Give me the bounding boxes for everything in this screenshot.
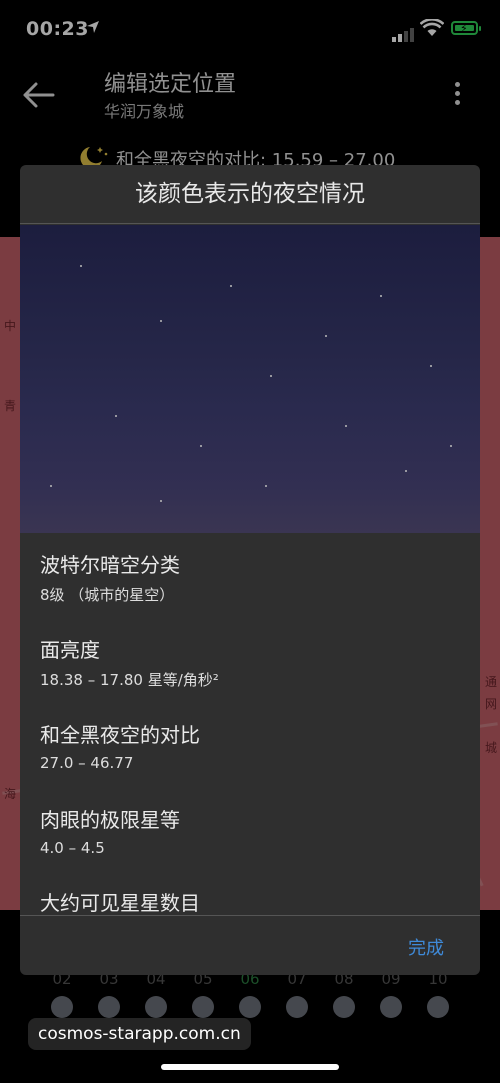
item-heading: 面亮度 xyxy=(40,638,100,662)
dialog-footer: 完成 xyxy=(20,915,480,975)
watermark: cosmos-starapp.com.cn xyxy=(28,1018,251,1050)
item-heading: 和全黑夜空的对比 xyxy=(40,723,200,747)
done-button[interactable]: 完成 xyxy=(408,934,444,960)
item-value: 27.0 – 46.77 xyxy=(40,754,134,772)
item-heading: 肉眼的极限星等 xyxy=(40,808,180,832)
item-value: 8级 （城市的星空） xyxy=(40,586,175,604)
home-indicator[interactable] xyxy=(161,1064,339,1070)
dialog-title: 该颜色表示的夜空情况 xyxy=(20,165,480,224)
night-sky-image xyxy=(20,225,480,533)
list-item: 和全黑夜空的对比 27.0 – 46.77 xyxy=(40,719,200,772)
list-item: 肉眼的极限星等 4.0 – 4.5 xyxy=(40,804,180,857)
list-item: 大约可见星星数目 xyxy=(40,887,200,913)
item-heading: 大约可见星星数目 xyxy=(40,891,200,913)
item-heading: 波特尔暗空分类 xyxy=(40,553,180,577)
item-value: 18.38 – 17.80 星等/角秒² xyxy=(40,671,219,689)
item-value: 4.0 – 4.5 xyxy=(40,839,105,857)
list-item: 面亮度 18.38 – 17.80 星等/角秒² xyxy=(40,634,219,690)
sky-condition-dialog: 该颜色表示的夜空情况 波特尔暗空分类 8级 （城市的星空） 面亮度 18.38 … xyxy=(20,165,480,975)
sky-info-list[interactable]: 波特尔暗空分类 8级 （城市的星空） 面亮度 18.38 – 17.80 星等/… xyxy=(20,533,480,913)
list-item: 波特尔暗空分类 8级 （城市的星空） xyxy=(40,549,180,605)
